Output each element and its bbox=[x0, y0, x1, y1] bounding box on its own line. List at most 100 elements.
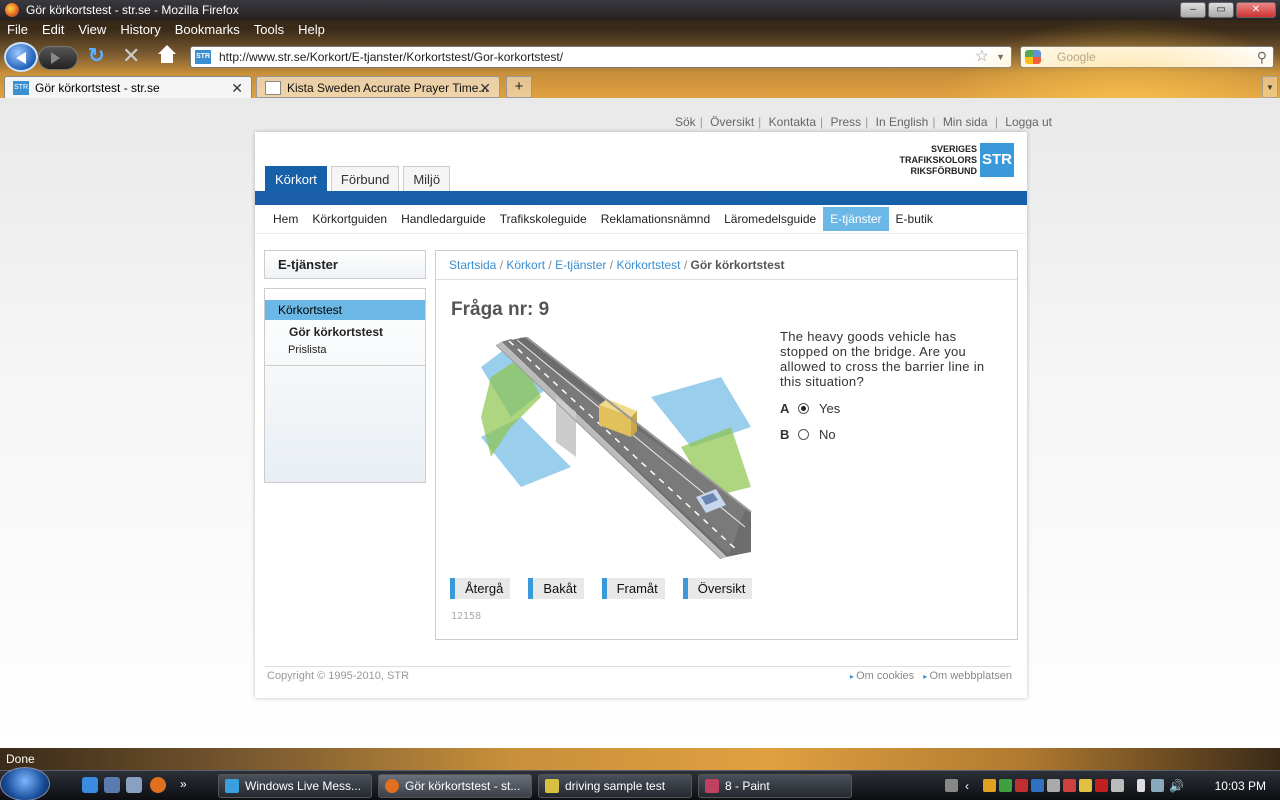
home-icon[interactable] bbox=[156, 45, 178, 67]
option-a[interactable]: A Yes bbox=[780, 401, 840, 416]
tray-icon[interactable] bbox=[1095, 779, 1108, 792]
clock[interactable]: 10:03 PM bbox=[1215, 779, 1266, 793]
search-input[interactable]: Google ⚲ bbox=[1020, 46, 1274, 68]
breadcrumb-current: Gör körkortstest bbox=[690, 258, 785, 272]
task-windows-live[interactable]: Windows Live Mess... bbox=[218, 774, 372, 798]
google-icon[interactable] bbox=[1025, 50, 1041, 64]
oversikt-button[interactable]: Översikt bbox=[682, 578, 753, 599]
toplink-sok[interactable]: Sök bbox=[675, 115, 696, 129]
tray-icon[interactable] bbox=[1079, 779, 1092, 792]
search-icon[interactable]: ⚲ bbox=[1257, 47, 1267, 67]
breadcrumb-korkort[interactable]: Körkort bbox=[506, 258, 545, 272]
subnav-reklamationsnamnd[interactable]: Reklamationsnämnd bbox=[594, 207, 717, 231]
close-window-button[interactable]: ✕ bbox=[1236, 2, 1276, 18]
bakat-button[interactable]: Bakåt bbox=[528, 578, 584, 599]
tab-active[interactable]: STR Gör körkortstest - str.se ✕ bbox=[4, 76, 252, 98]
maximize-button[interactable]: ▭ bbox=[1208, 2, 1234, 18]
tray-icon[interactable] bbox=[1047, 779, 1060, 792]
forward-button[interactable] bbox=[38, 46, 78, 70]
menu-bookmarks[interactable]: Bookmarks bbox=[168, 20, 247, 40]
menu-tools[interactable]: Tools bbox=[247, 20, 291, 40]
option-b[interactable]: B No bbox=[780, 427, 836, 442]
subnav-e-tjanster[interactable]: E-tjänster bbox=[823, 207, 889, 231]
url-dropdown-icon[interactable]: ▼ bbox=[996, 47, 1005, 67]
subnav-korkortguiden[interactable]: Körkortguiden bbox=[305, 207, 394, 231]
volume-icon[interactable]: 🔊 bbox=[1169, 779, 1184, 793]
toplink-logga-ut[interactable]: Logga ut bbox=[1005, 115, 1052, 129]
system-tray: ‹ 🔊 10:03 PM bbox=[935, 771, 1280, 800]
toplink-press[interactable]: Press bbox=[830, 115, 861, 129]
subnav-laromedelsguide[interactable]: Läromedelsguide bbox=[717, 207, 823, 231]
tray-expand-icon[interactable]: ‹ bbox=[965, 779, 978, 793]
browser-chrome: Gör körkortstest - str.se - Mozilla Fire… bbox=[0, 0, 1280, 98]
switch-windows-icon[interactable] bbox=[126, 777, 142, 793]
toplink-oversikt[interactable]: Översikt bbox=[710, 115, 754, 129]
subnav-trafikskoleguide[interactable]: Trafikskoleguide bbox=[493, 207, 594, 231]
footer-links: Om cookies Om webbplatsen bbox=[844, 670, 1012, 682]
keyboard-icon[interactable] bbox=[945, 779, 958, 792]
tab-inactive[interactable]: Kista Sweden Accurate Prayer Time... ✕ bbox=[256, 76, 500, 98]
str-logo[interactable]: SVERIGES TRAFIKSKOLORS RIKSFÖRBUND STR bbox=[900, 143, 1014, 177]
ie-icon[interactable] bbox=[82, 777, 98, 793]
close-tab-icon[interactable]: ✕ bbox=[231, 77, 243, 99]
footer-link-cookies[interactable]: Om cookies bbox=[850, 670, 914, 682]
toplink-min-sida[interactable]: Min sida bbox=[943, 115, 988, 129]
show-desktop-icon[interactable] bbox=[104, 777, 120, 793]
tab-label: Kista Sweden Accurate Prayer Time... bbox=[287, 81, 489, 95]
question-buttons: Återgå Bakåt Framåt Översikt bbox=[450, 578, 753, 599]
tray-icon[interactable] bbox=[1031, 779, 1044, 792]
task-word[interactable]: driving sample test bbox=[538, 774, 692, 798]
sidebar-item-korkortstest[interactable]: Körkortstest bbox=[265, 300, 425, 320]
tray-icon[interactable] bbox=[999, 779, 1012, 792]
back-button[interactable] bbox=[4, 42, 38, 72]
close-tab-icon[interactable]: ✕ bbox=[479, 77, 491, 99]
messenger-icon bbox=[225, 779, 239, 793]
task-paint[interactable]: 8 - Paint bbox=[698, 774, 852, 798]
option-a-radio[interactable] bbox=[798, 403, 809, 414]
breadcrumb-e-tjanster[interactable]: E-tjänster bbox=[555, 258, 606, 272]
option-b-radio[interactable] bbox=[798, 429, 809, 440]
subnav-handledarguide[interactable]: Handledarguide bbox=[394, 207, 493, 231]
sidebar-item-prislista[interactable]: Prislista bbox=[288, 344, 327, 356]
subnav-hem[interactable]: Hem bbox=[266, 207, 305, 231]
tab-forbund[interactable]: Förbund bbox=[330, 166, 400, 191]
stop-icon[interactable]: ✕ bbox=[122, 45, 142, 67]
main-content: Startsida / Körkort / E-tjänster / Körko… bbox=[435, 250, 1018, 640]
tab-miljo[interactable]: Miljö bbox=[403, 166, 451, 191]
toplink-kontakta[interactable]: Kontakta bbox=[769, 115, 816, 129]
divider bbox=[265, 365, 425, 366]
tray-icon[interactable] bbox=[1063, 779, 1076, 792]
menu-view[interactable]: View bbox=[71, 20, 113, 40]
bookmark-star-icon[interactable]: ☆ bbox=[975, 47, 989, 67]
top-links: Sök | Översikt | Kontakta | Press | In Engli… bbox=[675, 115, 1053, 129]
battery-icon[interactable] bbox=[1137, 779, 1145, 792]
framat-button[interactable]: Framåt bbox=[601, 578, 665, 599]
menu-help[interactable]: Help bbox=[291, 20, 332, 40]
toplink-in-english[interactable]: In English bbox=[876, 115, 929, 129]
address-bar[interactable]: STR http://www.str.se/Korkort/E-tjanster… bbox=[190, 46, 1012, 68]
tray-icon[interactable] bbox=[1111, 779, 1124, 792]
breadcrumb-startsida[interactable]: Startsida bbox=[449, 258, 496, 272]
subnav-e-butik[interactable]: E-butik bbox=[889, 207, 940, 231]
tab-korkort[interactable]: Körkort bbox=[265, 166, 327, 191]
firefox-quicklaunch-icon[interactable] bbox=[150, 777, 166, 793]
network-icon[interactable] bbox=[1151, 779, 1164, 792]
new-tab-button[interactable]: + bbox=[506, 76, 532, 98]
more-icon[interactable]: » bbox=[180, 777, 196, 793]
minimize-button[interactable]: – bbox=[1180, 2, 1206, 18]
reload-icon[interactable]: ↻ bbox=[88, 46, 108, 66]
sidebar-item-gor-korkortstest[interactable]: Gör körkortstest bbox=[289, 325, 383, 339]
tray-icon[interactable] bbox=[1015, 779, 1028, 792]
page-icon bbox=[265, 81, 281, 95]
menu-edit[interactable]: Edit bbox=[35, 20, 71, 40]
footer-link-webbplatsen[interactable]: Om webbplatsen bbox=[923, 670, 1012, 682]
task-firefox[interactable]: Gör körkortstest - st... bbox=[378, 774, 532, 798]
start-button[interactable] bbox=[0, 767, 50, 800]
menu-history[interactable]: History bbox=[113, 20, 167, 40]
tab-list-button[interactable]: ▼ bbox=[1262, 76, 1278, 98]
menu-file[interactable]: File bbox=[0, 20, 35, 40]
tray-icon[interactable] bbox=[983, 779, 996, 792]
paint-icon bbox=[705, 779, 719, 793]
breadcrumb-korkortstest[interactable]: Körkortstest bbox=[616, 258, 680, 272]
atergå-button[interactable]: Återgå bbox=[450, 578, 511, 599]
